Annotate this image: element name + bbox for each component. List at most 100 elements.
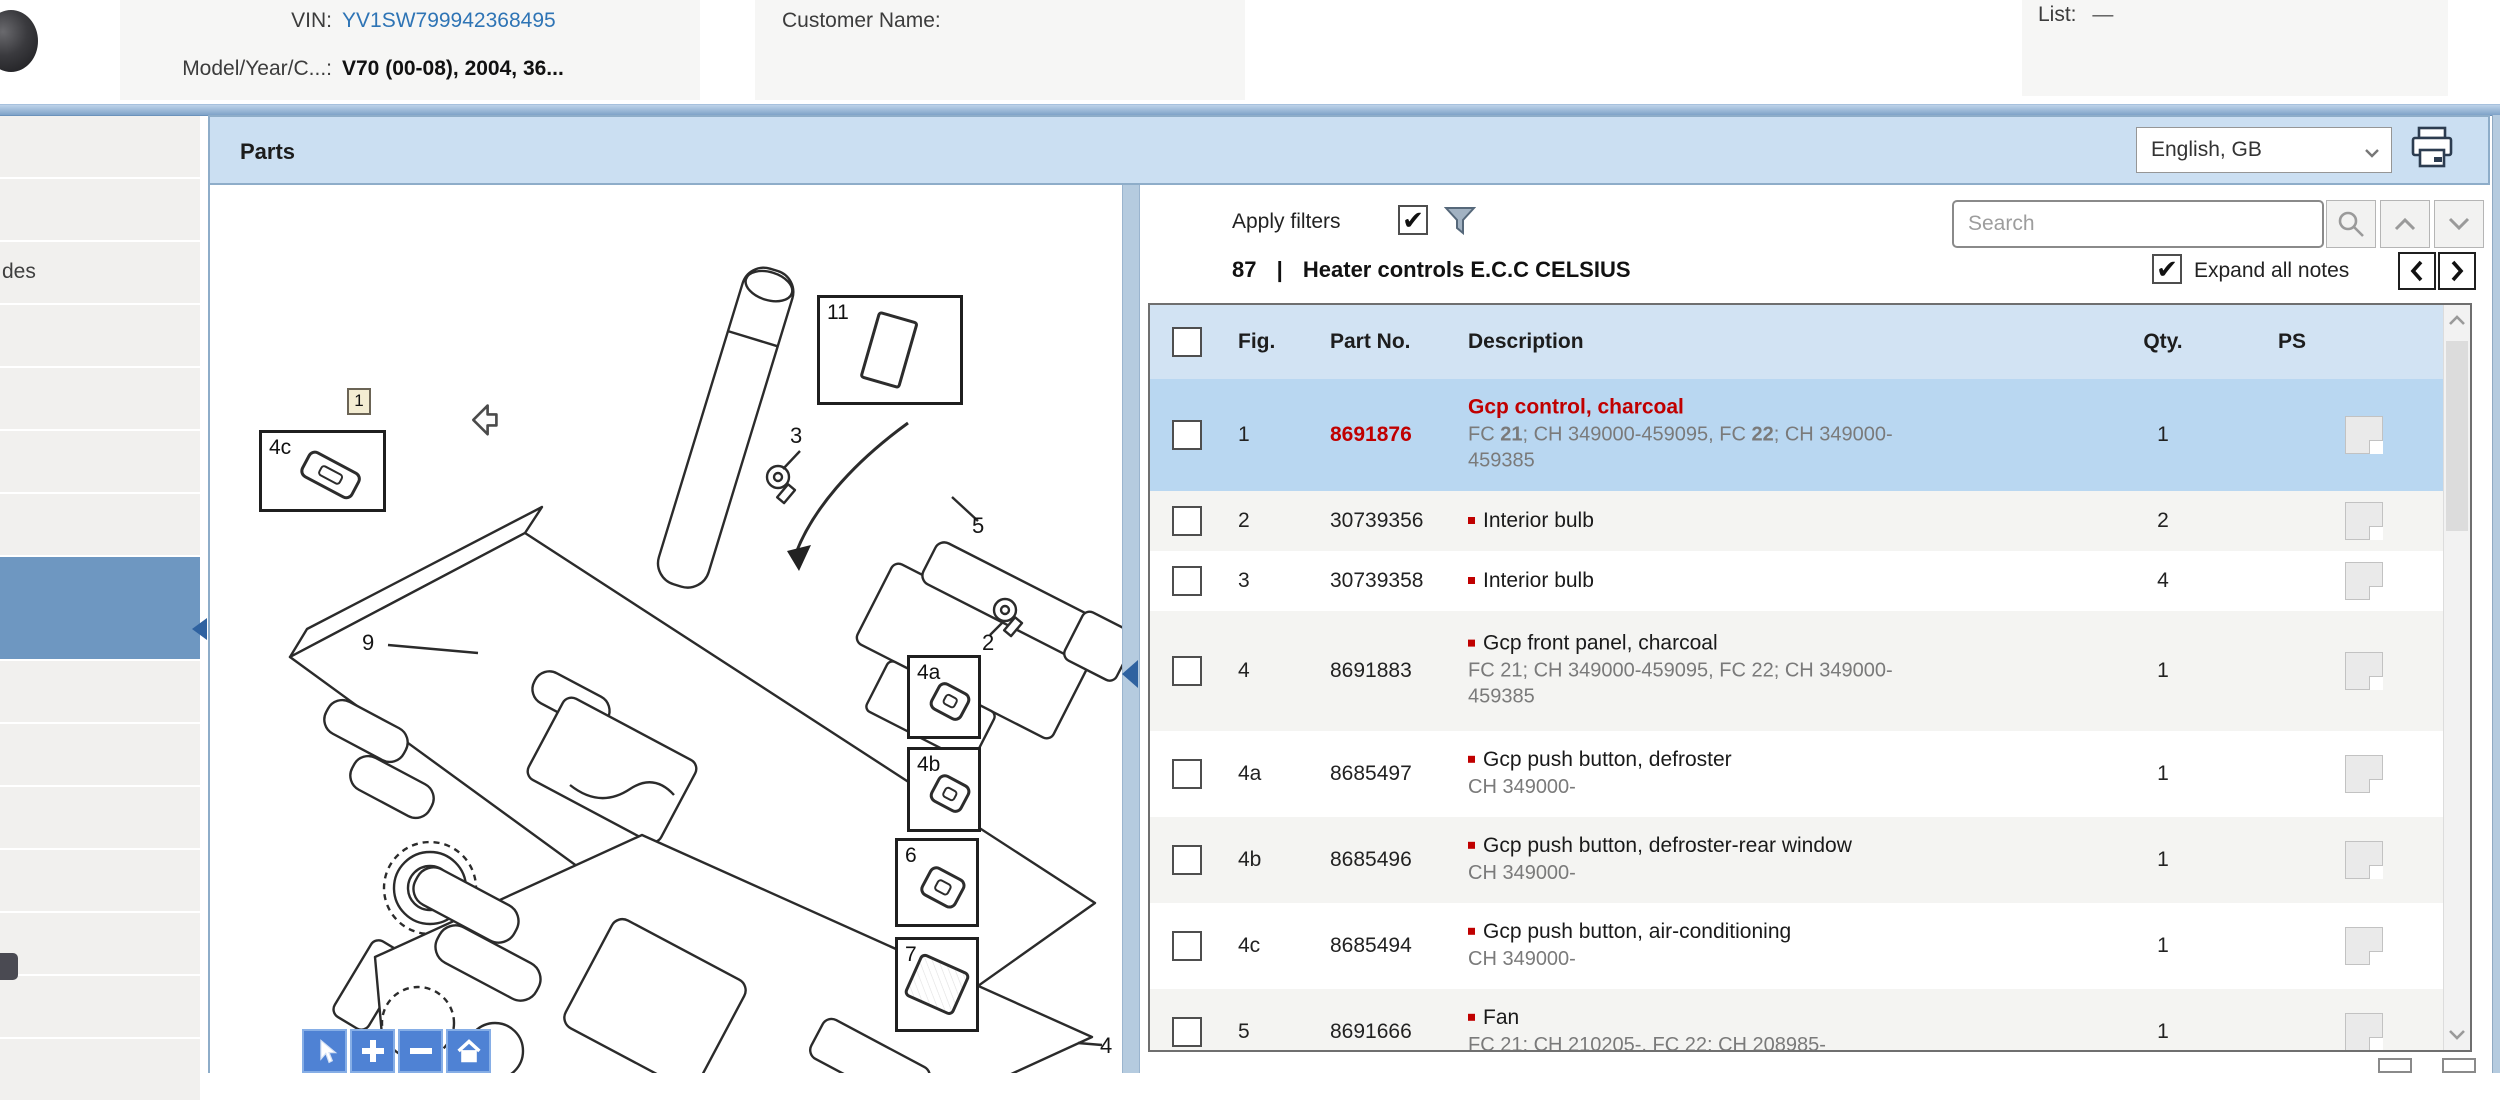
note-icon[interactable] xyxy=(2345,652,2383,690)
table-row-3[interactable]: 3 30739358 Interior bulb 4 xyxy=(1150,551,2444,611)
callout-box-4b: 4b xyxy=(907,747,981,832)
home-view-button[interactable] xyxy=(446,1029,491,1073)
column-header-partno: Part No. xyxy=(1330,330,1411,353)
previous-section-button[interactable] xyxy=(2398,252,2436,290)
scroll-up-icon[interactable] xyxy=(2447,313,2467,327)
zoom-in-button[interactable] xyxy=(350,1029,395,1073)
sidebar-collapse-icon[interactable] xyxy=(192,618,207,640)
panel-splitter[interactable] xyxy=(1122,185,1140,1073)
sidebar-item[interactable] xyxy=(0,305,200,366)
sidebar: des xyxy=(0,0,200,1100)
apply-filters-label: Apply filters xyxy=(1232,210,1341,233)
row-checkbox[interactable] xyxy=(1172,506,1202,536)
callout-box-7: 7 xyxy=(895,937,979,1032)
search-next-button[interactable] xyxy=(2434,200,2484,248)
window-edge xyxy=(2492,115,2500,1073)
table-row-4b[interactable]: 4b 8685496 Gcp push button, defroster-rear… xyxy=(1150,817,2444,903)
check-icon: ✔ xyxy=(2156,254,2178,284)
table-row-2[interactable]: 2 30739356 Interior bulb 2 xyxy=(1150,491,2444,551)
sidebar-item[interactable] xyxy=(0,1039,200,1100)
sidebar-item[interactable] xyxy=(0,368,200,429)
table-row-4[interactable]: 4 8691883 Gcp front panel, charcoal FC 21; … xyxy=(1150,611,2444,731)
scroll-down-icon[interactable] xyxy=(2447,1028,2467,1042)
sidebar-item[interactable] xyxy=(0,913,200,974)
callout-box-1: 1 xyxy=(347,388,371,415)
parts-diagram-panel: 1 4c 11 4a 4b 6 7 3 5 2 9 4 xyxy=(210,185,1122,1073)
select-all-checkbox[interactable] xyxy=(1172,327,1202,357)
note-icon[interactable] xyxy=(2345,502,2383,540)
callout-text: 7 xyxy=(905,943,917,966)
back-button[interactable] xyxy=(470,401,514,441)
filter-funnel-icon[interactable] xyxy=(1443,205,1477,242)
table-scrollbar[interactable] xyxy=(2443,305,2470,1050)
row-checkbox[interactable] xyxy=(1172,1017,1202,1047)
sidebar-item-selected[interactable] xyxy=(0,557,200,659)
search-input[interactable] xyxy=(1952,200,2324,248)
note-icon[interactable] xyxy=(2345,841,2383,879)
sidebar-item[interactable] xyxy=(0,494,200,555)
row-checkbox[interactable] xyxy=(1172,759,1202,789)
sidebar-item[interactable] xyxy=(0,431,200,492)
pan-tool-button[interactable] xyxy=(302,1029,347,1073)
callout-text: 9 xyxy=(362,630,375,655)
expand-all-notes-checkbox[interactable]: ✔ xyxy=(2152,254,2182,284)
part-no-cell[interactable]: 8685497 xyxy=(1330,762,1412,786)
sidebar-item[interactable] xyxy=(0,850,200,911)
qty-cell: 1 xyxy=(2157,848,2169,871)
part-no-cell[interactable]: 8691666 xyxy=(1330,1020,1412,1044)
bottom-checkbox-partial[interactable] xyxy=(2378,1058,2412,1073)
bottom-button-partial[interactable] xyxy=(2442,1058,2476,1073)
table-header: Fig. Part No. Description Qty. PS xyxy=(1150,305,2444,380)
search-prev-button[interactable] xyxy=(2380,200,2430,248)
callout-label-2: 2 xyxy=(982,630,994,656)
note-icon[interactable] xyxy=(2345,562,2383,600)
column-header-description: Description xyxy=(1468,330,1584,353)
part-no-cell[interactable]: 8685494 xyxy=(1330,934,1412,958)
row-checkbox[interactable] xyxy=(1172,931,1202,961)
sidebar-item[interactable] xyxy=(0,179,200,240)
description-title: Interior bulb xyxy=(1468,569,1938,593)
note-icon[interactable] xyxy=(2345,927,2383,965)
table-row-4c[interactable]: 4c 8685494 Gcp push button, air-conditioni… xyxy=(1150,903,2444,989)
sidebar-item[interactable] xyxy=(0,661,200,722)
table-row-1[interactable]: 1 8691876 Gcp control, charcoal FC 21; CH 3… xyxy=(1150,379,2444,491)
sidebar-item-label: des xyxy=(2,260,36,283)
scrollbar-thumb[interactable] xyxy=(2446,341,2468,531)
note-icon[interactable] xyxy=(2345,1013,2383,1050)
section-separator: | xyxy=(1276,257,1283,282)
table-row-5[interactable]: 5 8691666 Fan FC 21; CH 210205-, FC 22; CH … xyxy=(1150,989,2444,1050)
sidebar-item[interactable] xyxy=(0,787,200,848)
qty-cell: 1 xyxy=(2157,934,2169,957)
part-no-cell[interactable]: 8691876 xyxy=(1330,423,1412,447)
row-checkbox[interactable] xyxy=(1172,566,1202,596)
row-checkbox[interactable] xyxy=(1172,845,1202,875)
vin-value-link[interactable]: YV1SW799942368495 xyxy=(342,9,556,33)
part-no-cell[interactable]: 30739358 xyxy=(1330,569,1423,593)
description-note: CH 349000- xyxy=(1468,775,1576,798)
next-section-button[interactable] xyxy=(2438,252,2476,290)
part-no-cell[interactable]: 8691883 xyxy=(1330,659,1412,683)
sidebar-item[interactable] xyxy=(0,976,200,1037)
search-button[interactable] xyxy=(2326,200,2376,248)
callout-label-5: 5 xyxy=(972,513,984,539)
row-checkbox[interactable] xyxy=(1172,656,1202,686)
print-button[interactable] xyxy=(2408,124,2456,174)
note-icon[interactable] xyxy=(2345,416,2383,454)
sidebar-item[interactable] xyxy=(0,116,200,177)
part-no-cell[interactable]: 8685496 xyxy=(1330,848,1412,872)
sidebar-item[interactable] xyxy=(0,724,200,785)
parts-diagram xyxy=(288,266,1122,1073)
splitter-collapse-icon[interactable] xyxy=(1122,660,1138,688)
sidebar-item[interactable]: des xyxy=(0,242,200,303)
table-row-4a[interactable]: 4a 8685497 Gcp push button, defroster CH 34… xyxy=(1150,731,2444,817)
language-select[interactable]: English, GB xyxy=(2136,127,2392,173)
row-checkbox[interactable] xyxy=(1172,420,1202,450)
apply-filters-checkbox[interactable]: ✔ xyxy=(1398,205,1428,235)
part-no-cell[interactable]: 30739356 xyxy=(1330,509,1423,533)
expand-all-notes-label: Expand all notes xyxy=(2194,259,2350,282)
column-header-ps: PS xyxy=(2278,330,2307,353)
zoom-out-button[interactable] xyxy=(398,1029,443,1073)
note-icon[interactable] xyxy=(2345,755,2383,793)
callout-box-6: 6 xyxy=(895,838,979,927)
chevron-up-icon xyxy=(2394,217,2416,231)
